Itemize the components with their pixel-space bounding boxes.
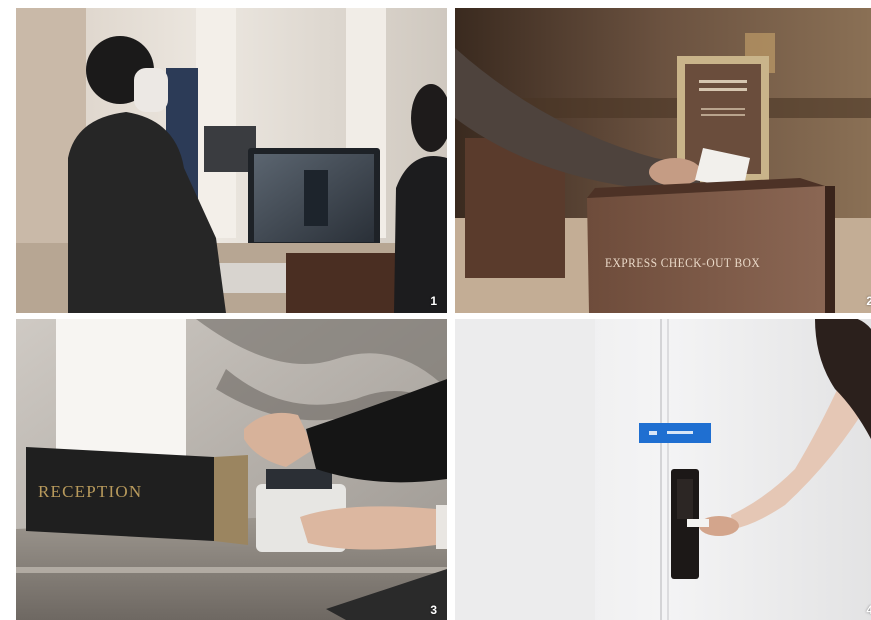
photo-reception-keycards: RECEPTION 3 (16, 319, 447, 620)
panel-number: 3 (430, 603, 437, 617)
panel-number: 4 (866, 603, 871, 617)
panel-number: 1 (430, 294, 437, 308)
reception-sign: RECEPTION (38, 482, 143, 501)
photo-door-lock: 4 (455, 319, 871, 620)
panel-number: 2 (866, 294, 871, 308)
photo-kiosk-checkin: 1 (16, 8, 447, 313)
reception-scene (16, 319, 447, 620)
kiosk-scene (16, 8, 447, 313)
checkout-box-sign: EXPRESS CHECK-OUT BOX (605, 256, 761, 270)
photo-express-checkout: EXPRESS CHECK-OUT BOX 2 (455, 8, 871, 313)
door-scene (455, 319, 871, 620)
